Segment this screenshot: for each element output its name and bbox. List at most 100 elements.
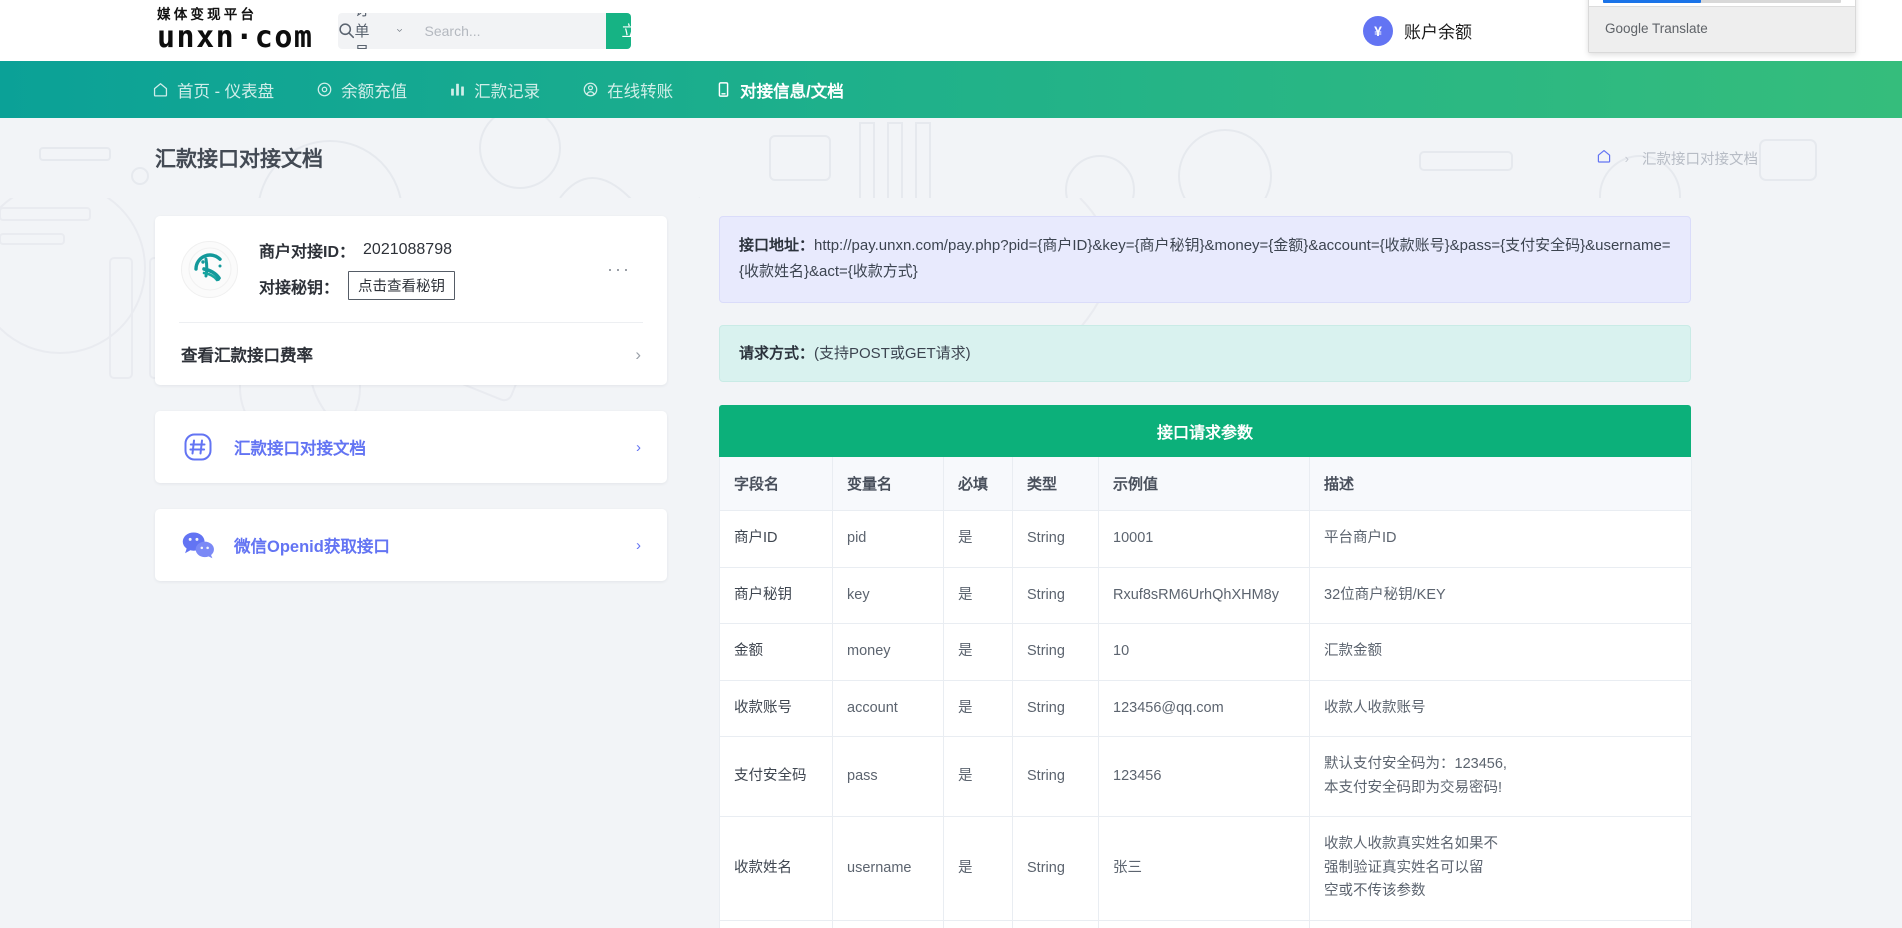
view-key-button[interactable]: 点击查看秘钥 xyxy=(348,271,455,300)
nav-label: 汇款记录 xyxy=(474,78,540,102)
nav-label: 余额充值 xyxy=(341,78,407,102)
th-field: 字段名 xyxy=(720,457,833,511)
nav-item-transfer[interactable]: 在线转账 xyxy=(582,78,673,102)
param-desc: 平台商户ID xyxy=(1310,511,1692,567)
request-method-value: (支持POST或GET请求) xyxy=(814,345,971,362)
nav-label: 对接信息/文档 xyxy=(740,78,844,102)
param-example: alipay xyxy=(1099,920,1310,928)
hash-badge-icon xyxy=(181,430,215,464)
api-url-box: 接口地址：http://pay.unxn.com/pay.php?pid={商户… xyxy=(719,216,1691,303)
search-submit-button[interactable]: 立即查询 xyxy=(606,13,631,49)
param-required: 是 xyxy=(944,737,1013,817)
table-header-row: 字段名 变量名 必填 类型 示例值 描述 xyxy=(720,457,1692,511)
param-desc: 收款方式alipay = 支付宝qqpay = QQ钱包 xyxy=(1310,920,1692,928)
param-type: String xyxy=(1013,624,1099,680)
param-required: 是 xyxy=(944,567,1013,623)
chevron-right-icon: › xyxy=(636,439,641,456)
google-translate-popup[interactable]: Google Translate xyxy=(1588,0,1856,53)
nav-item-list: 首页 - 仪表盘 余额充值 汇款记录 xyxy=(152,78,844,102)
merchant-info-section: 商户对接ID： 2021088798 对接秘钥： 点击查看秘钥 ··· xyxy=(155,216,667,322)
table-body: 商户IDpid是String10001平台商户ID商户秘钥key是StringR… xyxy=(720,511,1692,928)
merchant-key-label: 对接秘钥： xyxy=(259,274,339,298)
logo-title: unxn·com xyxy=(157,23,314,53)
api-url-label: 接口地址： xyxy=(739,237,814,254)
merchant-logo-icon xyxy=(181,241,238,298)
param-field-name: 商户秘钥 xyxy=(720,567,833,623)
sidebar-link-docs[interactable]: 汇款接口对接文档 › xyxy=(155,411,667,483)
param-example: 123456 xyxy=(1099,737,1310,817)
merchant-details: 商户对接ID： 2021088798 对接秘钥： 点击查看秘钥 xyxy=(259,238,455,300)
param-type: String xyxy=(1013,511,1099,567)
home-icon[interactable] xyxy=(1596,148,1612,168)
th-type: 类型 xyxy=(1013,457,1099,511)
page-header-band: 汇款接口对接文档 › 汇款接口对接文档 xyxy=(0,118,1902,198)
param-type: String xyxy=(1013,737,1099,817)
param-type: String xyxy=(1013,920,1099,928)
site-logo[interactable]: 媒体变现平台 unxn·com xyxy=(157,8,314,54)
view-rate-row[interactable]: 查看汇款接口费率 › xyxy=(155,323,667,385)
page-body: 商户对接ID： 2021088798 对接秘钥： 点击查看秘钥 ··· 查看汇款… xyxy=(0,198,1902,928)
param-var-name: pass xyxy=(833,737,944,817)
table-row: 商户秘钥key是StringRxuf8sRM6UrhQhXHM8y32位商户秘钥… xyxy=(720,567,1692,623)
bar-chart-icon xyxy=(449,81,466,98)
merchant-id-label: 商户对接ID： xyxy=(259,238,355,262)
merchant-card: 商户对接ID： 2021088798 对接秘钥： 点击查看秘钥 ··· 查看汇款… xyxy=(155,216,667,385)
main-navigation: 首页 - 仪表盘 余额充值 汇款记录 xyxy=(0,61,1902,118)
account-balance-area[interactable]: ¥ 账户余额 xyxy=(1363,0,1472,61)
param-required: 是 xyxy=(944,624,1013,680)
param-type: String xyxy=(1013,680,1099,736)
merchant-id-row: 商户对接ID： 2021088798 xyxy=(259,238,455,262)
nav-label: 在线转账 xyxy=(607,78,673,102)
chevron-right-icon: › xyxy=(636,537,641,554)
user-circle-icon xyxy=(582,81,599,98)
translate-progress-bar xyxy=(1603,0,1841,3)
table-row: 收款姓名username是String张三收款人收款真实姓名如果不强制验证真实姓… xyxy=(720,817,1692,920)
param-required: 是 xyxy=(944,511,1013,567)
logo-subtitle: 媒体变现平台 xyxy=(157,8,314,22)
param-required: 是 xyxy=(944,680,1013,736)
sidebar-link-wechat-openid[interactable]: 微信Openid获取接口 › xyxy=(155,509,667,581)
param-type: String xyxy=(1013,817,1099,920)
nav-item-records[interactable]: 汇款记录 xyxy=(449,78,540,102)
param-var-name: username xyxy=(833,817,944,920)
th-desc: 描述 xyxy=(1310,457,1692,511)
breadcrumb-current: 汇款接口对接文档 xyxy=(1642,148,1758,169)
more-options-icon[interactable]: ··· xyxy=(607,260,631,278)
sidebar-link-label: 汇款接口对接文档 xyxy=(234,435,366,459)
param-field-name: 收款账号 xyxy=(720,680,833,736)
nav-item-docs[interactable]: 对接信息/文档 xyxy=(715,78,844,102)
search-type-select[interactable]: 订单号 xyxy=(355,13,411,49)
target-icon xyxy=(316,81,333,98)
param-desc: 32位商户秘钥/KEY xyxy=(1310,567,1692,623)
merchant-id-value: 2021088798 xyxy=(363,241,452,259)
param-var-name: key xyxy=(833,567,944,623)
param-desc: 汇款金额 xyxy=(1310,624,1692,680)
param-field-name: 支付安全码 xyxy=(720,737,833,817)
nav-item-dashboard[interactable]: 首页 - 仪表盘 xyxy=(152,78,274,102)
breadcrumb: › 汇款接口对接文档 xyxy=(1596,148,1758,169)
page-title: 汇款接口对接文档 xyxy=(155,143,323,173)
content-wrapper: 商户对接ID： 2021088798 对接秘钥： 点击查看秘钥 ··· 查看汇款… xyxy=(0,198,1902,928)
search-bar[interactable]: 订单号 立即查询 xyxy=(338,13,631,49)
view-rate-label: 查看汇款接口费率 xyxy=(181,342,313,366)
home-icon xyxy=(152,81,169,98)
translate-progress-fill xyxy=(1603,0,1701,3)
search-type-value: 订单号 xyxy=(355,13,376,49)
google-translate-label: Google Translate xyxy=(1589,6,1855,52)
param-example: 10001 xyxy=(1099,511,1310,567)
param-example: 张三 xyxy=(1099,817,1310,920)
th-var: 变量名 xyxy=(833,457,944,511)
param-var-name: account xyxy=(833,680,944,736)
search-input[interactable] xyxy=(411,23,606,39)
param-var-name: act xyxy=(833,920,944,928)
param-required: 是 xyxy=(944,817,1013,920)
nav-item-recharge[interactable]: 余额充值 xyxy=(316,78,407,102)
table-row: 商户IDpid是String10001平台商户ID xyxy=(720,511,1692,567)
account-balance-label: 账户余额 xyxy=(1404,18,1472,43)
param-field-name: 收款方式 xyxy=(720,920,833,928)
param-desc: 默认支付安全码为：123456,本支付安全码即为交易密码! xyxy=(1310,737,1692,817)
request-method-box: 请求方式：(支持POST或GET请求) xyxy=(719,325,1691,383)
yen-icon: ¥ xyxy=(1363,16,1393,46)
table-row: 收款方式act是Stringalipay收款方式alipay = 支付宝qqpa… xyxy=(720,920,1692,928)
param-field-name: 商户ID xyxy=(720,511,833,567)
